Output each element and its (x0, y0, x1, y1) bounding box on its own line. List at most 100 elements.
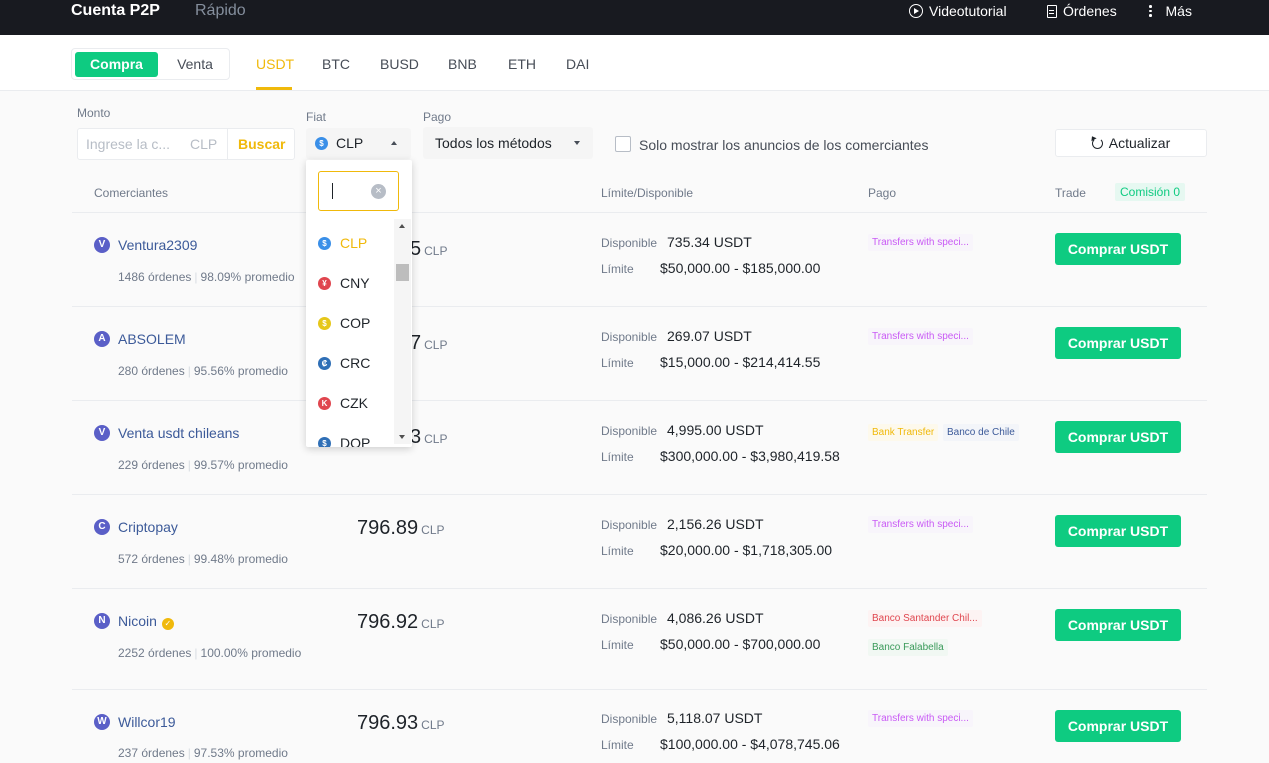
header-limit: Límite/Disponible (601, 186, 694, 200)
venta-button[interactable]: Venta (163, 52, 227, 77)
orders-count: 229 órdenes (118, 458, 185, 472)
table-row: V Venta usdt chileans 229 órdenes | 99.57%… (72, 401, 1207, 495)
payment-tag: Transfers with speci... (868, 710, 973, 727)
orders-count: 237 órdenes (118, 746, 185, 760)
coin-tab-eth[interactable]: ETH (508, 56, 536, 72)
limit-value: $50,000.00 - $700,000.00 (660, 636, 821, 652)
scrollbar-thumb[interactable] (396, 264, 409, 281)
merchant-stats: 572 órdenes | 99.48% promedio (118, 552, 288, 566)
yuan-icon: ¥ (318, 276, 331, 290)
pago-value: Todos los métodos (435, 135, 552, 151)
limit-label: Límite (601, 638, 634, 652)
coin-tab-bnb[interactable]: BNB (448, 56, 477, 72)
merchant-name: Nicoin ✓ (118, 613, 174, 630)
fiat-option-cny[interactable]: ¥ CNY (318, 275, 370, 291)
completion-rate: 99.48% promedio (193, 552, 288, 566)
available-value: 5,118.07 USDT (667, 710, 763, 726)
scroll-up-arrow-icon[interactable] (399, 224, 405, 228)
comprar-usdt-button[interactable]: Comprar USDT (1055, 327, 1181, 359)
fiat-search-input[interactable]: × (318, 171, 399, 211)
table-row: V Ventura2309 1486 órdenes | 98.09% promed… (72, 213, 1207, 307)
ordenes-link[interactable]: Órdenes (1047, 3, 1117, 19)
monto-currency: CLP (190, 136, 218, 152)
fiat-option-crc[interactable]: ₡ CRC (318, 355, 370, 371)
coin-tab-busd[interactable]: BUSD (380, 56, 419, 72)
limit-value: $50,000.00 - $185,000.00 (660, 260, 821, 276)
coin-tab-usdt[interactable]: USDT (256, 56, 294, 72)
payment-tag: Transfers with speci... (868, 234, 973, 251)
tab-rapido[interactable]: Rápido (195, 2, 246, 20)
payment-tag: Transfers with speci... (868, 516, 973, 533)
chevron-up-icon (391, 141, 397, 145)
fiat-option-cop[interactable]: $ COP (318, 315, 370, 331)
price-currency: CLP (424, 338, 448, 352)
completion-rate: 97.53% promedio (193, 746, 288, 760)
compra-button[interactable]: Compra (75, 52, 158, 77)
monto-field: Ingrese la c... CLP Buscar (77, 128, 295, 160)
mas-menu[interactable]: Más (1149, 3, 1192, 19)
scroll-down-arrow-icon[interactable] (399, 435, 405, 439)
avatar: A (94, 331, 110, 347)
actualizar-button[interactable]: Actualizar (1055, 129, 1207, 157)
table-row: A ABSOLEM 280 órdenes | 95.56% promedio 7C… (72, 307, 1207, 401)
verified-badge-icon: ✓ (161, 618, 174, 630)
comprar-usdt-button[interactable]: Comprar USDT (1055, 710, 1181, 742)
fiat-select[interactable]: $ CLP (306, 128, 411, 159)
dollar-icon: $ (315, 137, 328, 150)
merchant-name[interactable]: Criptopay (118, 519, 178, 535)
merchants-only-label[interactable]: Solo mostrar los anuncios de los comerci… (639, 137, 928, 153)
actualizar-label: Actualizar (1108, 135, 1171, 151)
merchant-stats: 237 órdenes | 97.53% promedio (118, 746, 288, 760)
coin-tab-btc[interactable]: BTC (322, 56, 350, 72)
available-label: Disponible (601, 612, 658, 626)
fiat-dropdown: × $ CLP ¥ CNY $ COP ₡ CRC K CZK $ DOP (306, 160, 412, 447)
colon-icon: ₡ (318, 356, 331, 370)
limit-label: Límite (601, 262, 634, 276)
fiat-option-label: CLP (340, 235, 368, 251)
available-label: Disponible (601, 236, 658, 250)
price-currency: CLP (424, 432, 448, 446)
completion-rate: 100.00% promedio (200, 646, 302, 660)
merchant-name[interactable]: Ventura2309 (118, 237, 197, 253)
avatar: C (94, 519, 110, 535)
merchant-stats: 1486 órdenes | 98.09% promedio (118, 270, 295, 284)
fiat-option-dop[interactable]: $ DOP (318, 435, 370, 447)
comprar-usdt-button[interactable]: Comprar USDT (1055, 515, 1181, 547)
mas-label: Más (1165, 3, 1192, 19)
limit-value: $300,000.00 - $3,980,419.58 (660, 448, 840, 464)
dropdown-scrollbar[interactable] (394, 219, 411, 444)
chevron-down-icon (574, 141, 580, 145)
merchant-name[interactable]: Willcor19 (118, 714, 176, 730)
videotutorial-link[interactable]: Videotutorial (909, 3, 1007, 19)
clear-icon[interactable]: × (371, 184, 386, 199)
fiat-option-label: CRC (340, 355, 371, 371)
fiat-option-clp[interactable]: $ CLP (318, 235, 367, 251)
tab-cuenta-p2p[interactable]: Cuenta P2P (71, 2, 160, 20)
available-value: 4,995.00 USDT (667, 422, 764, 438)
comprar-usdt-button[interactable]: Comprar USDT (1055, 421, 1181, 453)
table-row: N Nicoin ✓ 2252 órdenes | 100.00% promedio … (72, 589, 1207, 690)
header-payment: Pago (868, 186, 897, 200)
buscar-button[interactable]: Buscar (238, 136, 285, 152)
merchant-name[interactable]: Venta usdt chileans (118, 425, 239, 441)
comprar-usdt-button[interactable]: Comprar USDT (1055, 233, 1181, 265)
price-value: 796.89 (357, 517, 419, 539)
buy-sell-toggle: Compra Venta (71, 48, 230, 80)
fiat-option-czk[interactable]: K CZK (318, 395, 368, 411)
monto-input[interactable]: Ingrese la c... (86, 136, 170, 152)
merchants-only-checkbox[interactable] (615, 136, 631, 152)
ordenes-label: Órdenes (1063, 3, 1117, 19)
fiat-option-label: CZK (340, 395, 368, 411)
coin-tab-dai[interactable]: DAI (566, 56, 589, 72)
payment-tag: Banco Santander Chil... (868, 610, 982, 627)
koruna-icon: K (318, 396, 331, 410)
comprar-usdt-button[interactable]: Comprar USDT (1055, 609, 1181, 641)
price: 796.92 CLP (357, 611, 445, 634)
commission-badge: Comisión 0 (1115, 183, 1186, 201)
pago-select[interactable]: Todos los métodos (423, 127, 593, 159)
available-value: 735.34 USDT (667, 234, 752, 250)
merchant-name[interactable]: ABSOLEM (118, 331, 186, 347)
merchant-name-text[interactable]: Nicoin (118, 613, 157, 629)
header-trade: Trade (1055, 186, 1086, 200)
sub-nav: Compra Venta USDT BTC BUSD BNB ETH DAI (0, 35, 1269, 91)
